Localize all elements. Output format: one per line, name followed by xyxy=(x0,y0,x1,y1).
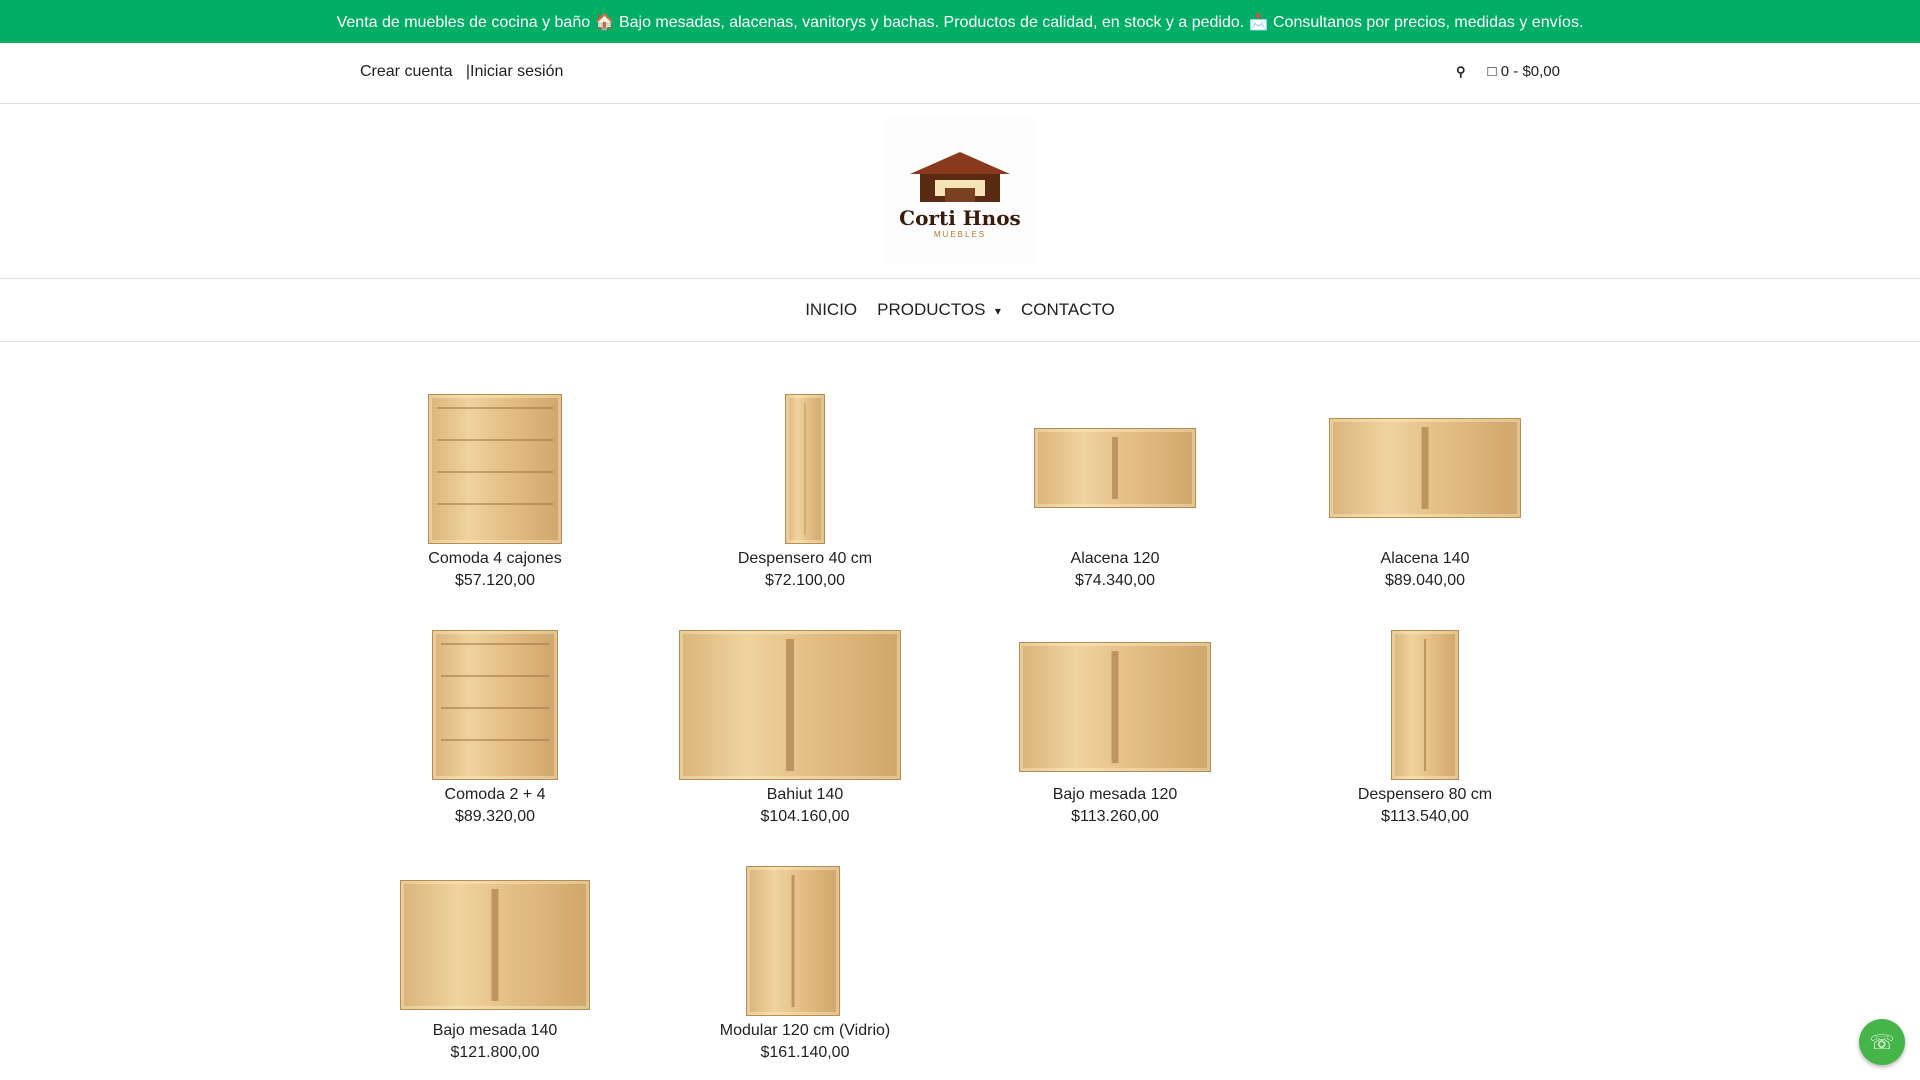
product-name: Despensero 80 cm xyxy=(1357,786,1493,803)
logo-title: Corti Hnos xyxy=(899,205,1021,230)
product-image xyxy=(1329,418,1521,518)
product-price: $57.120,00 xyxy=(454,572,536,589)
logo-subtitle: MUEBLES xyxy=(933,229,987,239)
nav-contacto[interactable]: CONTACTO xyxy=(1021,300,1115,320)
product-name: Comoda 4 cajones xyxy=(428,550,562,567)
product-image xyxy=(785,394,825,544)
whatsapp-icon: ☏ xyxy=(1869,1031,1895,1054)
product-card[interactable]: Bajo mesada 120 $113.260,00 xyxy=(960,628,1270,826)
product-card[interactable]: Modular 120 cm (Vidrio) $161.140,00 xyxy=(650,864,960,1062)
product-price: $74.340,00 xyxy=(1074,572,1156,589)
announcement-text: Venta de muebles de cocina y baño 🏠 Bajo… xyxy=(336,13,1584,31)
product-name: Despensero 40 cm xyxy=(737,550,873,567)
nav-productos-label: PRODUCTOS xyxy=(877,300,986,319)
product-name: Comoda 2 + 4 xyxy=(444,786,546,803)
product-image xyxy=(1034,428,1196,508)
product-card[interactable]: Bajo mesada 140 $121.800,00 xyxy=(340,864,650,1062)
product-card[interactable]: Comoda 2 + 4 $89.320,00 xyxy=(340,628,650,826)
product-card[interactable]: Despensero 80 cm $113.540,00 xyxy=(1270,628,1580,826)
product-name: Bajo mesada 120 xyxy=(1052,786,1178,803)
product-grid: Comoda 4 cajones $57.120,00 Despensero 40… xyxy=(340,392,1580,1062)
product-card[interactable]: Comoda 4 cajones $57.120,00 xyxy=(340,392,650,590)
product-card[interactable]: Alacena 120 $74.340,00 xyxy=(960,392,1270,590)
product-image xyxy=(1019,642,1211,772)
product-price: $89.320,00 xyxy=(454,808,536,825)
product-price: $161.140,00 xyxy=(760,1044,850,1061)
product-image xyxy=(679,630,901,780)
product-image xyxy=(400,880,590,1010)
chevron-down-icon: ▾ xyxy=(994,304,1001,318)
product-name: Alacena 120 xyxy=(1070,550,1160,567)
cart-total: 0 - $0,00 xyxy=(1500,63,1560,80)
account-header: Crear cuenta |Iniciar sesión ⚲ □ 0 - $0,… xyxy=(0,43,1920,104)
login-link[interactable]: Iniciar sesión xyxy=(470,63,563,80)
create-account-link[interactable]: Crear cuenta xyxy=(360,63,453,80)
cart-icon: □ xyxy=(1487,63,1497,80)
product-name: Modular 120 cm (Vidrio) xyxy=(719,1022,891,1039)
logo[interactable]: Corti Hnos MUEBLES xyxy=(886,117,1034,265)
search-icon[interactable]: ⚲ xyxy=(1456,64,1466,80)
product-image xyxy=(432,630,558,780)
product-price: $89.040,00 xyxy=(1384,572,1466,589)
product-name: Alacena 140 xyxy=(1380,550,1470,567)
whatsapp-button[interactable]: ☏ xyxy=(1859,1019,1905,1065)
product-price: $104.160,00 xyxy=(760,808,850,825)
product-name: Bahiut 140 xyxy=(766,786,844,803)
product-name: Bajo mesada 140 xyxy=(432,1022,558,1039)
announcement-bar: Venta de muebles de cocina y baño 🏠 Bajo… xyxy=(0,0,1920,43)
product-card[interactable]: Alacena 140 $89.040,00 xyxy=(1270,392,1580,590)
product-card[interactable]: Bahiut 140 $104.160,00 xyxy=(650,628,960,826)
product-card[interactable]: Despensero 40 cm $72.100,00 xyxy=(650,392,960,590)
product-image xyxy=(1391,630,1459,780)
nav-productos[interactable]: PRODUCTOS ▾ xyxy=(877,300,1001,320)
product-image xyxy=(428,394,562,544)
main-nav: INICIO PRODUCTOS ▾ CONTACTO xyxy=(0,279,1920,342)
cart-link[interactable]: □ 0 - $0,00 xyxy=(1488,63,1560,80)
product-image xyxy=(745,866,840,1016)
product-price: $121.800,00 xyxy=(450,1044,540,1061)
product-price: $113.260,00 xyxy=(1071,808,1159,825)
house-logo-icon xyxy=(910,151,1010,202)
nav-inicio[interactable]: INICIO xyxy=(805,300,857,320)
product-price: $113.540,00 xyxy=(1381,808,1469,825)
product-price: $72.100,00 xyxy=(764,572,846,589)
